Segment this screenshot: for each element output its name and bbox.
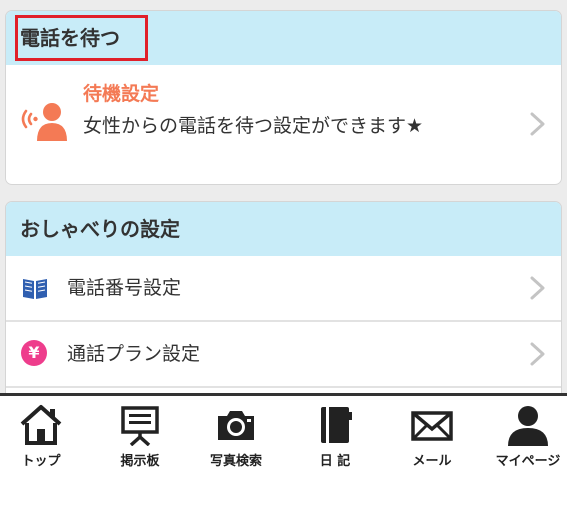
book-icon (23, 279, 47, 299)
call-plan-setting-row[interactable]: ¥ 通話プラン設定 (6, 322, 561, 388)
tab-top[interactable]: トップ (0, 404, 91, 474)
camera-icon (218, 411, 254, 440)
tab-mail-label: メール (412, 454, 452, 469)
tab-photo-search[interactable]: 写真検索 (186, 404, 286, 474)
tab-diary[interactable]: 日 記 (285, 404, 385, 474)
diary-icon (321, 407, 352, 443)
standby-setting-title: 待機設定 (83, 83, 160, 105)
tab-top-label: トップ (21, 454, 61, 469)
chevron-right-icon (530, 342, 545, 366)
talk-settings-card: おしゃべりの設定 電話番号設定 ¥ 通話プラン設定 (5, 201, 562, 403)
person-calling-icon (21, 103, 67, 141)
tab-diary-label: 日 記 (319, 454, 351, 469)
tab-board-label: 掲示板 (120, 454, 160, 469)
home-icon (20, 405, 62, 445)
tab-mypage-label: マイページ (495, 454, 561, 469)
talk-settings-header: おしゃべりの設定 (6, 202, 561, 256)
tab-board[interactable]: 掲示板 (90, 404, 190, 474)
phone-number-setting-row[interactable]: 電話番号設定 (6, 256, 561, 322)
board-icon (121, 406, 159, 446)
chevron-right-icon (530, 276, 545, 300)
yen-icon: ¥ (21, 340, 47, 366)
waiting-card-header: 電話を待つ (6, 11, 561, 65)
tab-mail[interactable]: メール (382, 404, 482, 474)
user-icon (508, 406, 548, 446)
mail-icon (411, 411, 453, 441)
chevron-right-icon (530, 112, 545, 136)
tab-photo-search-label: 写真検索 (209, 454, 262, 469)
phone-number-setting-label: 電話番号設定 (67, 277, 182, 299)
tab-mypage[interactable]: マイページ (478, 404, 567, 474)
standby-setting-row[interactable]: 待機設定 女性からの電話を待つ設定ができます★ (6, 65, 561, 183)
call-plan-setting-label: 通話プラン設定 (67, 343, 201, 365)
highlight-box (15, 15, 148, 61)
standby-setting-description: 女性からの電話を待つ設定ができます★ (83, 115, 424, 137)
waiting-card: 電話を待つ 待機設定 女性からの電話を待つ設定ができます★ (5, 10, 562, 185)
bottom-tab-bar: トップ 掲示板 写真検索 日 記 メール マイページ (0, 393, 567, 508)
talk-settings-title: おしゃべりの設定 (20, 217, 180, 241)
